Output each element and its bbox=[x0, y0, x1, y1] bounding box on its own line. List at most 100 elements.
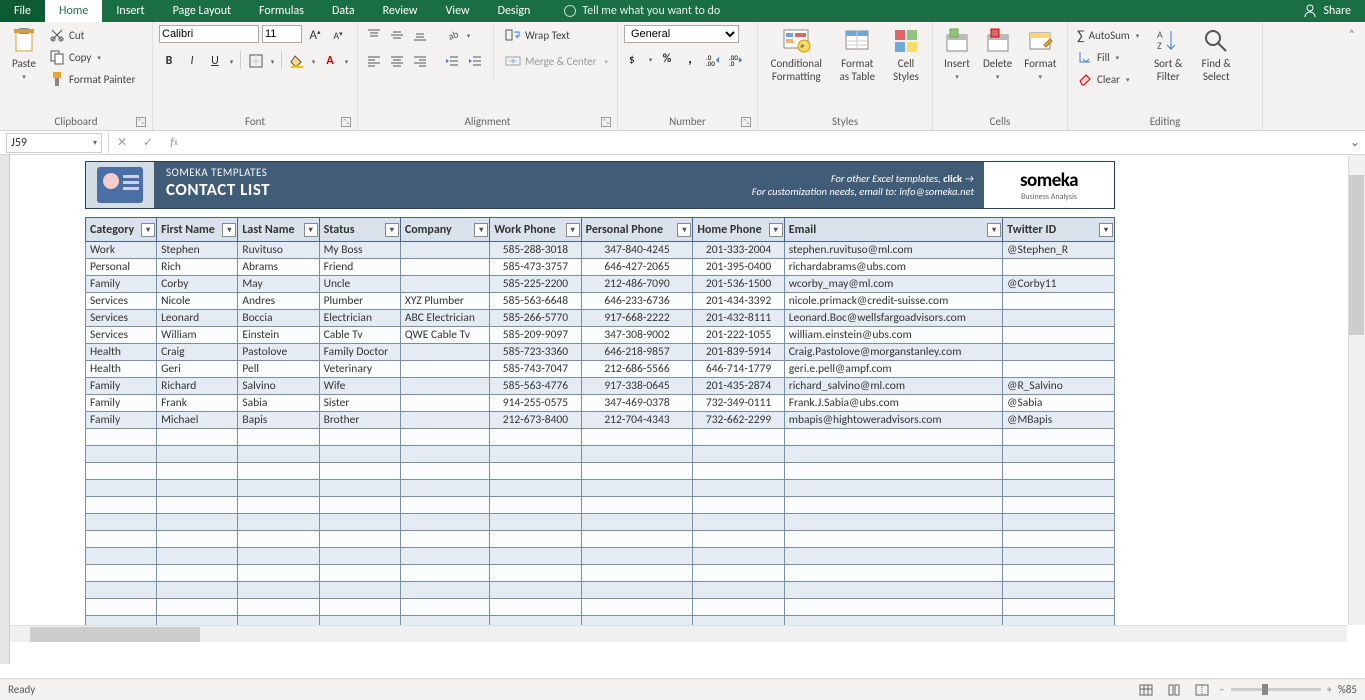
cell[interactable]: @Stephen_R bbox=[1003, 242, 1115, 259]
cell[interactable] bbox=[581, 531, 693, 548]
dialog-launcher[interactable]: ⤡ bbox=[341, 117, 351, 127]
increase-decimal-button[interactable]: .0.00 bbox=[703, 49, 723, 69]
cell[interactable] bbox=[490, 599, 581, 616]
cell[interactable] bbox=[490, 429, 581, 446]
format-button[interactable]: Format▾ bbox=[1020, 25, 1060, 83]
increase-font-button[interactable]: A▴ bbox=[305, 25, 325, 45]
cell[interactable]: Family bbox=[86, 276, 157, 293]
cell[interactable] bbox=[238, 582, 319, 599]
percent-button[interactable]: % bbox=[657, 49, 677, 69]
cell[interactable] bbox=[86, 480, 157, 497]
table-row[interactable]: ServicesWilliamEinsteinCable TvQWE Cable… bbox=[86, 327, 1115, 344]
cell[interactable] bbox=[319, 497, 400, 514]
sort-filter-button[interactable]: AZSort & Filter bbox=[1146, 25, 1190, 85]
table-row[interactable]: FamilyMichaelBapisBrother212-673-8400212… bbox=[86, 412, 1115, 429]
cell[interactable] bbox=[400, 565, 489, 582]
cell[interactable]: Health bbox=[86, 344, 157, 361]
cell[interactable]: nicole.primack@credit-suisse.com bbox=[784, 293, 1002, 310]
cell[interactable] bbox=[784, 548, 1002, 565]
table-row[interactable] bbox=[86, 531, 1115, 548]
cell[interactable] bbox=[784, 429, 1002, 446]
cell[interactable]: Boccia bbox=[238, 310, 319, 327]
cell[interactable] bbox=[1003, 548, 1115, 565]
filter-button[interactable]: ▾ bbox=[385, 223, 399, 237]
cell[interactable] bbox=[1003, 310, 1115, 327]
cell[interactable] bbox=[581, 599, 693, 616]
page-layout-view-button[interactable] bbox=[1163, 681, 1185, 699]
cell[interactable] bbox=[1003, 327, 1115, 344]
cell[interactable] bbox=[157, 548, 238, 565]
table-row[interactable] bbox=[86, 497, 1115, 514]
cell[interactable] bbox=[400, 548, 489, 565]
tab-home[interactable]: Home bbox=[45, 0, 102, 22]
cell[interactable] bbox=[1003, 446, 1115, 463]
cell[interactable]: Sabia bbox=[238, 395, 319, 412]
cell[interactable]: @R_Salvino bbox=[1003, 378, 1115, 395]
fx-button[interactable]: fx bbox=[161, 133, 187, 153]
cell[interactable] bbox=[319, 446, 400, 463]
cell[interactable]: 917-668-2222 bbox=[581, 310, 693, 327]
cell[interactable] bbox=[1003, 293, 1115, 310]
cell[interactable] bbox=[86, 565, 157, 582]
decrease-indent-button[interactable] bbox=[442, 51, 462, 71]
cell[interactable]: 585-225-2200 bbox=[490, 276, 581, 293]
cell[interactable] bbox=[157, 565, 238, 582]
header-twitter-id[interactable]: Twitter ID▾ bbox=[1003, 218, 1115, 242]
cell[interactable]: geri.e.pell@ampf.com bbox=[784, 361, 1002, 378]
cell[interactable] bbox=[238, 599, 319, 616]
cell[interactable]: wcorby_may@ml.com bbox=[784, 276, 1002, 293]
cell[interactable] bbox=[1003, 514, 1115, 531]
italic-button[interactable]: I bbox=[182, 51, 202, 71]
expand-formula-button[interactable]: ⌄ bbox=[1345, 135, 1365, 150]
cell[interactable]: Stephen bbox=[157, 242, 238, 259]
cell[interactable] bbox=[581, 548, 693, 565]
table-row[interactable] bbox=[86, 565, 1115, 582]
table-row[interactable]: FamilyFrankSabiaSister914-255-0575347-46… bbox=[86, 395, 1115, 412]
cell[interactable]: Craig bbox=[157, 344, 238, 361]
align-right-button[interactable] bbox=[410, 51, 430, 71]
header-home-phone[interactable]: Home Phone▾ bbox=[693, 218, 784, 242]
cell[interactable] bbox=[86, 582, 157, 599]
cell[interactable]: 917-338-0645 bbox=[581, 378, 693, 395]
table-row[interactable]: ServicesLeonardBocciaElectricianABC Elec… bbox=[86, 310, 1115, 327]
cell[interactable]: Richard bbox=[157, 378, 238, 395]
header-personal-phone[interactable]: Personal Phone▾ bbox=[581, 218, 693, 242]
orientation-button[interactable]: ab bbox=[442, 25, 462, 45]
cell[interactable]: Pell bbox=[238, 361, 319, 378]
cell[interactable] bbox=[784, 480, 1002, 497]
cell[interactable] bbox=[1003, 480, 1115, 497]
cell-styles-button[interactable]: Cell Styles bbox=[886, 25, 926, 85]
cell[interactable]: 646-233-6736 bbox=[581, 293, 693, 310]
table-row[interactable]: WorkStephenRuvitusoMy Boss585-288-301834… bbox=[86, 242, 1115, 259]
cell[interactable] bbox=[1003, 463, 1115, 480]
cell[interactable] bbox=[157, 480, 238, 497]
filter-button[interactable]: ▾ bbox=[987, 223, 1001, 237]
cell[interactable] bbox=[490, 480, 581, 497]
align-middle-button[interactable] bbox=[387, 25, 407, 45]
filter-button[interactable]: ▾ bbox=[304, 223, 318, 237]
cell[interactable] bbox=[490, 463, 581, 480]
cell[interactable] bbox=[1003, 361, 1115, 378]
cell[interactable] bbox=[86, 463, 157, 480]
cell[interactable] bbox=[400, 582, 489, 599]
cell[interactable]: Family bbox=[86, 412, 157, 429]
cell[interactable] bbox=[400, 395, 489, 412]
cell[interactable] bbox=[238, 480, 319, 497]
cell[interactable] bbox=[157, 531, 238, 548]
header-company[interactable]: Company▾ bbox=[400, 218, 489, 242]
tab-formulas[interactable]: Formulas bbox=[245, 0, 318, 22]
cell[interactable]: Cable Tv bbox=[319, 327, 400, 344]
increase-indent-button[interactable] bbox=[465, 51, 485, 71]
contact-table[interactable]: Category▾First Name▾Last Name▾Status▾Com… bbox=[85, 217, 1115, 633]
cell[interactable]: 201-536-1500 bbox=[693, 276, 784, 293]
cell[interactable] bbox=[238, 548, 319, 565]
cell[interactable] bbox=[400, 531, 489, 548]
cell[interactable]: 347-308-9002 bbox=[581, 327, 693, 344]
cell[interactable]: 585-563-6648 bbox=[490, 293, 581, 310]
cell[interactable] bbox=[1003, 344, 1115, 361]
merge-center-button[interactable]: Merge & Center▾ bbox=[502, 51, 611, 71]
font-name-select[interactable] bbox=[159, 25, 259, 43]
insert-button[interactable]: Insert▾ bbox=[939, 25, 975, 83]
cell[interactable] bbox=[400, 378, 489, 395]
bold-button[interactable]: B bbox=[159, 51, 179, 71]
